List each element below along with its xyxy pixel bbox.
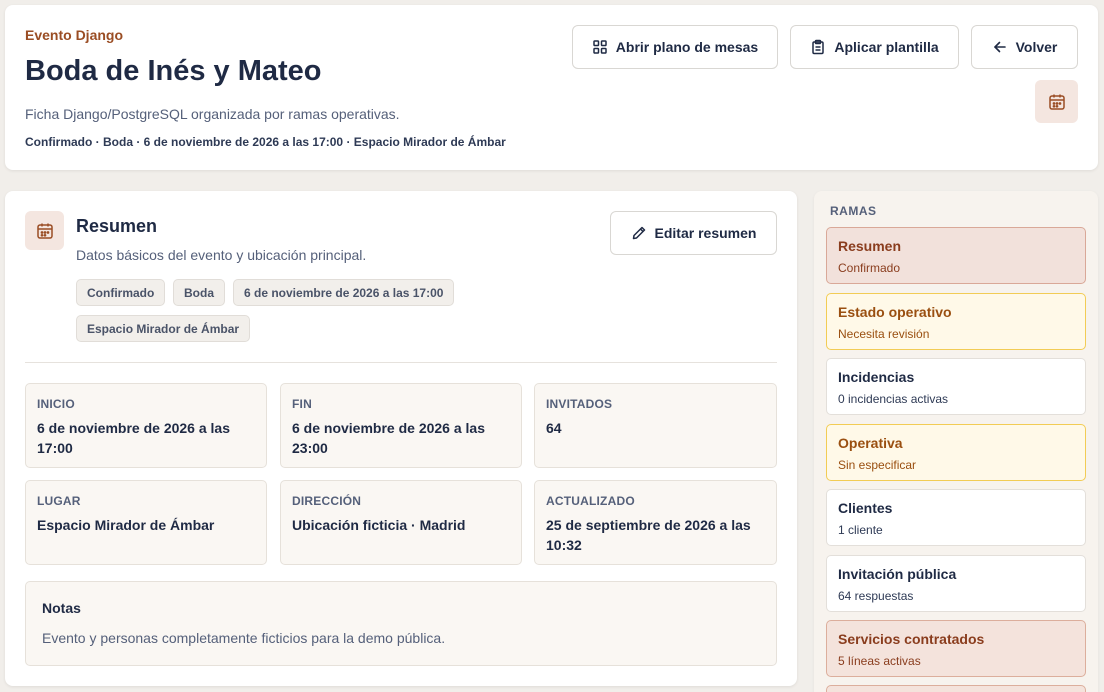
stat-value: 6 de noviembre de 2026 a las 17:00	[37, 420, 230, 456]
stat-value: 25 de septiembre de 2026 a las 10:32	[546, 517, 751, 553]
branches-sidebar: RAMAS Resumen Confirmado Estado operativ…	[814, 191, 1098, 692]
branch-clients[interactable]: Clientes 1 cliente	[826, 489, 1086, 546]
stat-start: INICIO 6 de noviembre de 2026 a las 17:0…	[25, 383, 267, 468]
branch-title: Incidencias	[838, 369, 915, 385]
stat-label: INICIO	[37, 397, 75, 411]
status-tag: Confirmado	[76, 279, 166, 306]
calendar-icon	[1048, 94, 1065, 110]
summary-section-icon	[25, 211, 64, 250]
pencil-icon	[632, 226, 645, 240]
branch-incidents[interactable]: Incidencias 0 incidencias activas	[826, 358, 1086, 415]
branch-subtitle: Sin especificar	[838, 458, 917, 472]
branch-title: Clientes	[838, 500, 893, 516]
stat-value: 64	[546, 420, 562, 436]
branch-title: Invitación pública	[838, 566, 957, 582]
branch-subtitle: 5 líneas activas	[838, 654, 921, 668]
branch-subtitle: 64 respuestas	[838, 589, 914, 603]
edit-summary-button[interactable]: Editar resumen	[610, 211, 777, 255]
stat-address: DIRECCIÓN Ubicación ficticia · Madrid	[280, 480, 522, 565]
branch-operations[interactable]: Operativa Sin especificar	[826, 424, 1086, 481]
branch-title: Resumen	[838, 238, 902, 254]
open-seating-plan-button[interactable]: Abrir plano de mesas	[572, 25, 778, 69]
stat-venue: LUGAR Espacio Mirador de Ámbar	[25, 480, 267, 565]
apply-template-label: Aplicar plantilla	[834, 39, 939, 55]
page-title: Boda de Inés y Mateo	[25, 55, 322, 87]
stat-end: FIN 6 de noviembre de 2026 a las 23:00	[280, 383, 522, 468]
back-label: Volver	[1015, 39, 1058, 55]
grid-icon	[593, 40, 607, 54]
branch-subtitle: 0 incidencias activas	[838, 392, 949, 406]
branch-subtitle: 1 cliente	[838, 523, 883, 537]
branch-next-partial[interactable]	[826, 685, 1086, 692]
branch-operational-status[interactable]: Estado operativo Necesita revisión	[826, 293, 1086, 350]
branch-subtitle: Necesita revisión	[838, 327, 930, 341]
stat-value: Ubicación ficticia · Madrid	[292, 517, 466, 533]
notes-title: Notas	[42, 600, 81, 616]
page-subtitle: Ficha Django/PostgreSQL organizada por r…	[25, 106, 400, 122]
calendar-button[interactable]	[1035, 80, 1078, 123]
section-divider	[25, 362, 777, 363]
stat-label: INVITADOS	[546, 397, 613, 411]
event-header: Evento Django Boda de Inés y Mateo Ficha…	[5, 5, 1098, 170]
branch-title: Estado operativo	[838, 304, 952, 320]
event-eyebrow: Evento Django	[25, 27, 124, 43]
type-tag: Boda	[173, 279, 225, 306]
event-meta: Confirmado · Boda · 6 de noviembre de 20…	[25, 135, 506, 149]
open-seating-plan-label: Abrir plano de mesas	[615, 39, 759, 55]
stat-label: ACTUALIZADO	[546, 494, 635, 508]
stat-label: FIN	[292, 397, 312, 411]
branch-title: Operativa	[838, 435, 903, 451]
clipboard-icon	[812, 39, 825, 55]
summary-panel: Resumen Datos básicos del evento y ubica…	[5, 191, 797, 686]
branch-contracted-services[interactable]: Servicios contratados 5 líneas activas	[826, 620, 1086, 677]
summary-description: Datos básicos del evento y ubicación pri…	[76, 247, 367, 263]
stat-label: LUGAR	[37, 494, 81, 508]
back-button[interactable]: Volver	[971, 25, 1078, 69]
stat-updated: ACTUALIZADO 25 de septiembre de 2026 a l…	[534, 480, 777, 565]
venue-tag: Espacio Mirador de Ámbar	[76, 315, 251, 342]
summary-title: Resumen	[76, 216, 158, 236]
notes-box: Notas Evento y personas completamente fi…	[25, 581, 777, 666]
branch-title: Servicios contratados	[838, 631, 985, 647]
calendar-icon	[36, 223, 53, 239]
stat-value: Espacio Mirador de Ámbar	[37, 517, 215, 533]
branch-summary[interactable]: Resumen Confirmado	[826, 227, 1086, 284]
stat-guests: INVITADOS 64	[534, 383, 777, 468]
apply-template-button[interactable]: Aplicar plantilla	[790, 25, 959, 69]
branch-subtitle: Confirmado	[838, 261, 901, 275]
branch-public-invitation[interactable]: Invitación pública 64 respuestas	[826, 555, 1086, 612]
stat-value: 6 de noviembre de 2026 a las 23:00	[292, 420, 485, 456]
edit-summary-label: Editar resumen	[654, 225, 757, 241]
notes-text: Evento y personas completamente ficticio…	[42, 630, 446, 646]
sidebar-heading: RAMAS	[830, 204, 877, 218]
date-tag: 6 de noviembre de 2026 a las 17:00	[233, 279, 455, 306]
arrow-left-icon	[993, 41, 1006, 53]
stat-label: DIRECCIÓN	[292, 494, 362, 508]
